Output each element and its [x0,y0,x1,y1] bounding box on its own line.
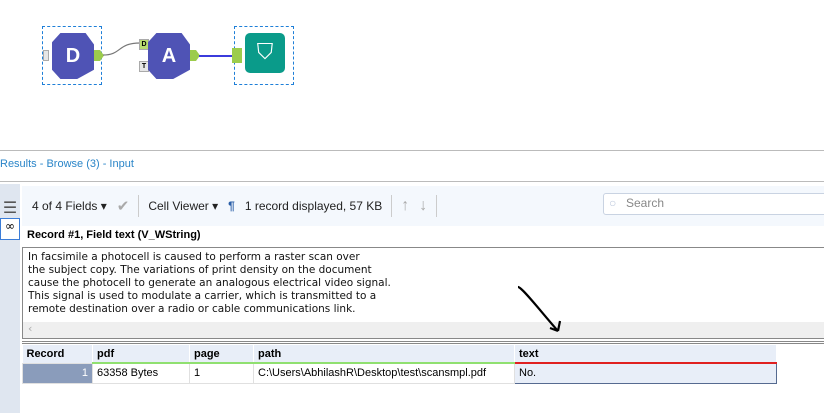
results-title: Results - Browse (3) - Input [0,158,134,170]
cell-text: In facsimile a photocell is caused to pe… [28,251,391,315]
status-text: 1 record displayed, 57 KB [244,199,383,213]
apply-check-icon[interactable]: ✔ [117,197,130,215]
divider [0,150,824,151]
cell-pdf[interactable]: 63358 Bytes [92,362,190,384]
browse-tool-icon[interactable]: ⛉ [245,33,285,73]
fields-dropdown[interactable]: 4 of 4 Fields ▾ [32,199,107,213]
cell-viewer[interactable]: In facsimile a photocell is caused to pe… [22,247,824,339]
connection-line-blue [199,55,235,57]
separator [391,195,393,217]
cell-record[interactable]: 1 [22,362,93,384]
annotation-arrow [517,285,562,333]
cell-path[interactable]: C:\Users\AbhilashR\Desktop\test\scansmpl… [253,362,515,384]
d-input-anchor[interactable]: D [139,39,149,50]
cell-text-selected[interactable]: No. [514,362,777,384]
header-page[interactable]: page [189,345,254,364]
cell-page[interactable]: 1 [189,362,254,384]
cell-label: Record #1, Field text (V_WString) [27,229,201,241]
separator [436,195,438,217]
connection-line [102,42,141,56]
divider [22,341,824,344]
list-view-icon[interactable]: ☰ [0,198,20,218]
search-icon: ○ [609,196,617,210]
horizontal-scrollbar[interactable]: ‹ [23,322,824,338]
header-record[interactable]: Record [22,345,93,363]
viewer-dropdown[interactable]: Cell Viewer ▾ [148,199,218,213]
table-row: 1 63358 Bytes 1 C:\Users\AbhilashR\Deskt… [22,362,777,384]
pilcrow-icon[interactable]: ¶ [228,199,235,213]
results-sidebar: ☰ ∞ [0,184,20,413]
results-grid: Record pdf page path text 1 63358 Bytes … [22,345,777,384]
separator [138,195,140,217]
header-text[interactable]: text [514,345,777,364]
header-pdf[interactable]: pdf [92,345,190,364]
t-input-anchor[interactable]: T [139,61,149,72]
input-anchor[interactable] [43,50,49,61]
binoculars-icon[interactable]: ∞ [0,218,20,240]
grid-header: Record pdf page path text [22,345,777,364]
browse-input-anchor[interactable] [232,48,242,63]
arrow-up-icon[interactable]: ↑ [401,197,409,215]
arrow-down-icon[interactable]: ↓ [419,197,427,215]
search-input[interactable]: ○ Search [603,193,824,215]
divider [0,181,824,182]
input-data-tool-icon[interactable]: D [52,33,94,79]
ocr-tool-icon[interactable]: A [148,33,190,79]
header-path[interactable]: path [253,345,515,364]
